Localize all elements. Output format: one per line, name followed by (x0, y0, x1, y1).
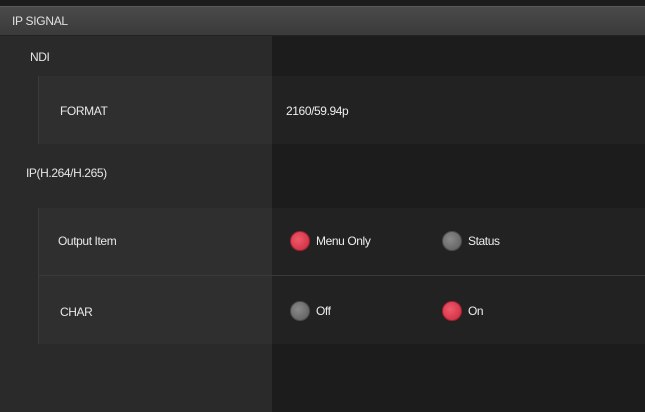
radio-label-off: Off (316, 304, 331, 318)
ip-items-value-cell (272, 208, 645, 344)
char-radio-off[interactable]: Off (290, 301, 331, 321)
radio-selected-icon (290, 231, 310, 251)
ip-signal-panel: IP SIGNAL NDI FORMAT 2160/59.94p IP(H.26… (0, 0, 645, 412)
format-value: 2160/59.94p (286, 104, 349, 118)
radio-unselected-icon (290, 301, 310, 321)
radio-unselected-icon (442, 231, 462, 251)
char-radio-on[interactable]: On (442, 301, 484, 321)
char-label: CHAR (60, 305, 93, 319)
section-ip-h264-h265: IP(H.264/H.265) (0, 148, 645, 202)
section-label-ip-h264-h265: IP(H.264/H.265) (26, 166, 107, 180)
panel-title: IP SIGNAL (12, 14, 68, 28)
output-item-radio-menu-only[interactable]: Menu Only (290, 231, 371, 251)
radio-selected-icon (442, 301, 462, 321)
section-ndi: NDI (0, 40, 645, 72)
row-divider (38, 275, 645, 276)
radio-label-on: On (468, 304, 484, 318)
ip-items-label-cell (38, 208, 272, 344)
format-label: FORMAT (60, 104, 108, 118)
section-label-ndi: NDI (30, 50, 50, 64)
radio-label-menu-only: Menu Only (316, 234, 371, 248)
output-item-radio-status[interactable]: Status (442, 231, 500, 251)
radio-label-status: Status (468, 234, 500, 248)
output-item-label: Output Item (58, 234, 117, 248)
panel-title-bar: IP SIGNAL (0, 6, 645, 36)
